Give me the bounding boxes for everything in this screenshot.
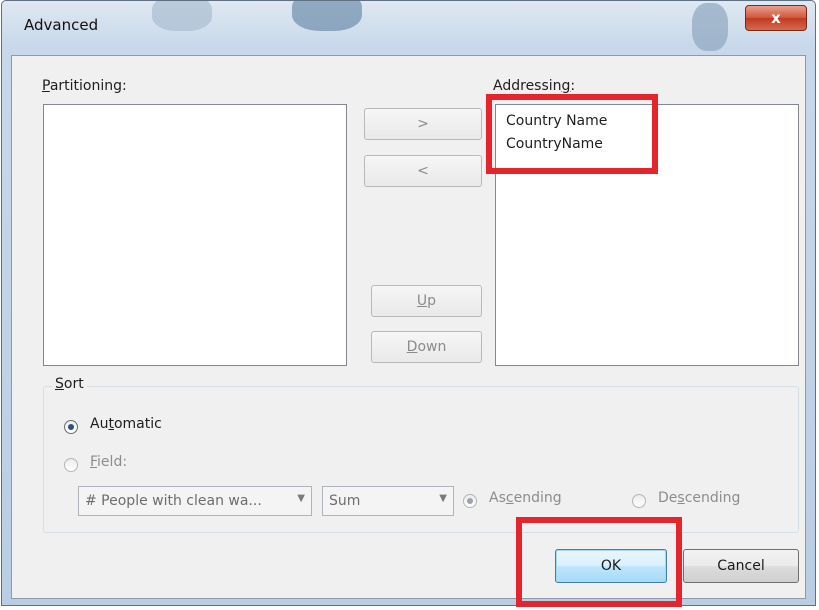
partitioning-label: Partitioning: [42,78,127,94]
dialog-client-area: Partitioning: > < Up Down Addressing: Co… [11,55,806,599]
automatic-label[interactable]: Automatic [90,416,162,432]
field-select[interactable]: # People with clean wa... ▼ [78,486,312,516]
automatic-radio[interactable] [64,420,78,434]
partitioning-list[interactable] [43,104,347,366]
field-label[interactable]: Field: [90,454,127,470]
chevron-down-icon: ▼ [297,493,305,504]
descending-label[interactable]: Descending [658,490,740,506]
ok-highlight-box [516,517,682,607]
window-title: Advanced [24,16,99,34]
ascending-label[interactable]: Ascending [489,490,562,506]
move-right-button[interactable]: > [364,108,482,140]
field-radio[interactable] [64,458,78,472]
title-bar[interactable]: Advanced x [2,1,815,51]
addressing-highlight-box [486,94,658,174]
sort-group-title: Sort [52,376,87,392]
advanced-dialog-window: Advanced x Partitioning: > < Up Down Add… [1,0,816,606]
down-button[interactable]: Down [371,331,482,363]
move-left-button[interactable]: < [364,155,482,187]
close-icon: x [771,9,781,27]
addressing-label: Addressing: [493,78,576,94]
close-button[interactable]: x [745,5,807,31]
cancel-button[interactable]: Cancel [683,549,799,583]
ascending-radio[interactable] [463,494,477,508]
descending-radio[interactable] [632,494,646,508]
chevron-down-icon: ▼ [439,493,447,504]
aggregation-select[interactable]: Sum ▼ [322,486,454,516]
up-button[interactable]: Up [371,285,482,317]
